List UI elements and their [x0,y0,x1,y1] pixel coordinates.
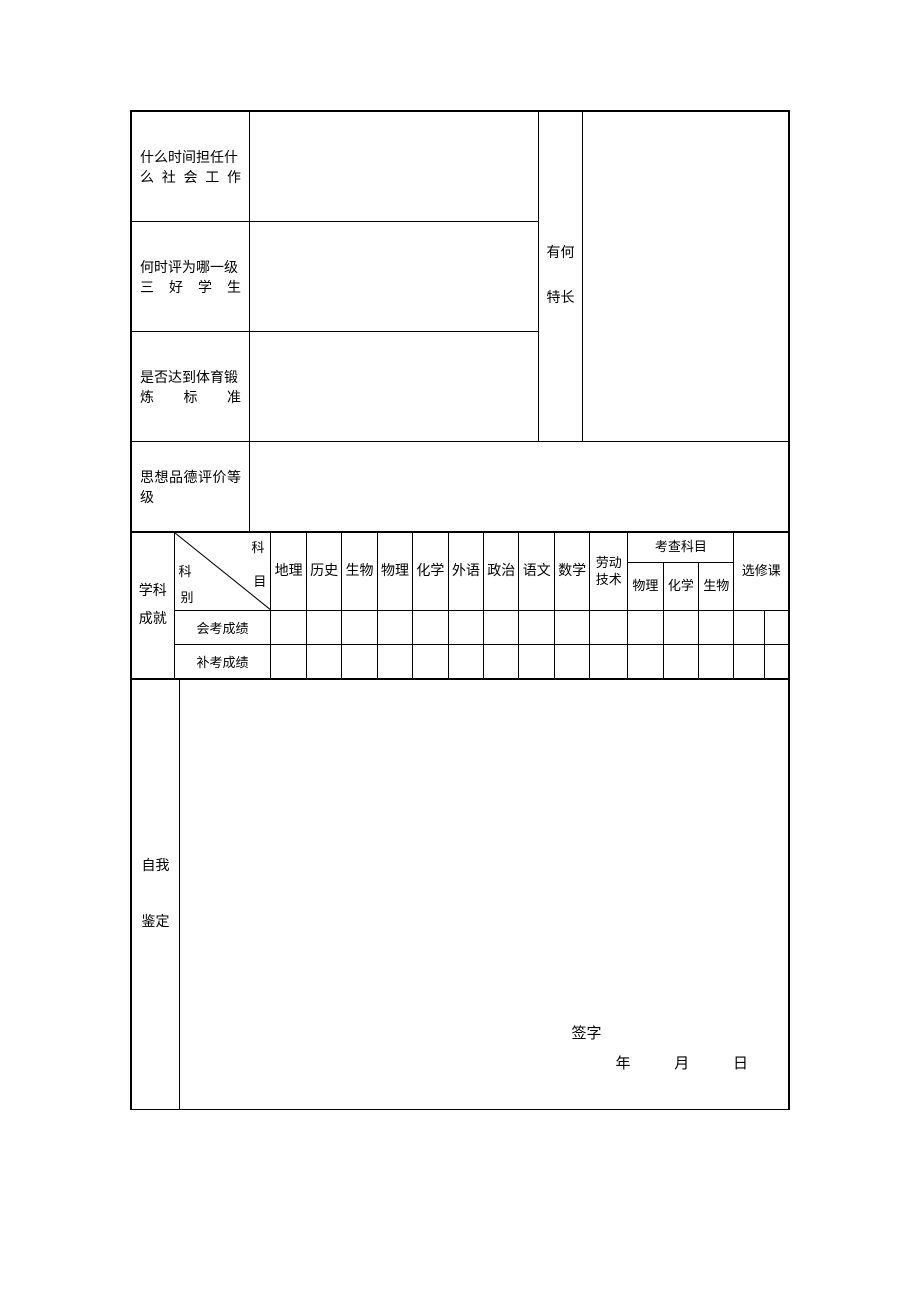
col-foreign: 外语 [448,533,483,611]
cell-retake[interactable] [590,645,628,679]
cell-exam[interactable] [628,611,663,645]
cell-exam[interactable] [554,611,589,645]
cell-retake[interactable] [765,645,789,679]
cell-exam[interactable] [342,611,377,645]
row-exam-label: 会考成绩 [174,611,271,645]
col-elective: 选修课 [734,533,789,611]
cell-retake[interactable] [448,645,483,679]
cell-exam[interactable] [699,611,734,645]
cell-exam[interactable] [377,611,412,645]
row-retake-label: 补考成绩 [174,645,271,679]
label-grades-group: 学科成就 [132,533,175,679]
cell-retake[interactable] [377,645,412,679]
cell-retake[interactable] [663,645,698,679]
field-self-eval[interactable]: 签字 年 月 日 [180,680,789,1110]
col-math: 数学 [554,533,589,611]
cell-retake[interactable] [554,645,589,679]
cell-exam[interactable] [306,611,341,645]
col-exam-biology: 生物 [699,563,734,611]
label-three-good: 何时评为哪一级三好学生 [132,222,250,332]
field-three-good[interactable] [250,222,539,332]
field-pe-standard[interactable] [250,332,539,442]
col-exam-physics: 物理 [628,563,663,611]
label-self-eval: 自我鉴定 [132,680,180,1110]
col-chemistry: 化学 [413,533,448,611]
self-eval-table: 自我鉴定 签字 年 月 日 [131,679,789,1110]
cell-exam[interactable] [590,611,628,645]
col-biology: 生物 [342,533,377,611]
col-geography: 地理 [271,533,306,611]
label-morality: 思想品德评价等级 [132,442,250,532]
cell-exam[interactable] [271,611,306,645]
col-exam-chemistry: 化学 [663,563,698,611]
cell-exam[interactable] [519,611,554,645]
cell-exam[interactable] [734,611,765,645]
field-specialty[interactable] [583,112,789,442]
cell-exam[interactable] [484,611,519,645]
cell-retake[interactable] [628,645,663,679]
col-labor: 劳动技术 [590,533,628,611]
cell-retake[interactable] [306,645,341,679]
field-morality[interactable] [250,442,789,532]
cell-exam[interactable] [448,611,483,645]
label-specialty: 有何特长 [539,112,583,442]
label-pe-standard: 是否达到体育锻炼标准 [132,332,250,442]
cell-exam[interactable] [413,611,448,645]
col-history: 历史 [306,533,341,611]
cell-retake[interactable] [519,645,554,679]
label-social-work: 什么时间担任什么社会工作 [132,112,250,222]
signature-block: 签字 年 月 日 [567,1019,748,1079]
cell-retake[interactable] [484,645,519,679]
field-social-work[interactable] [250,112,539,222]
col-politics: 政治 [484,533,519,611]
cell-retake[interactable] [271,645,306,679]
diag-subject-category: 科 科 目 别 [174,533,271,611]
upper-table: 什么时间担任什么社会工作 有何特长 何时评为哪一级三好学生 是否达到体育锻炼标准… [131,111,789,532]
col-chinese: 语文 [519,533,554,611]
grades-table: 学科成就 科 科 目 别 地理 历史 生物 物理 化学 外语 政治 语文 数学 … [131,532,789,679]
cell-retake[interactable] [734,645,765,679]
cell-retake[interactable] [342,645,377,679]
cell-exam[interactable] [663,611,698,645]
col-exam-group: 考查科目 [628,533,734,563]
cell-retake[interactable] [413,645,448,679]
sign-label: 签字 [567,1019,748,1049]
date-line: 年 月 日 [567,1049,748,1079]
student-form: 什么时间担任什么社会工作 有何特长 何时评为哪一级三好学生 是否达到体育锻炼标准… [130,110,790,1110]
cell-exam[interactable] [765,611,789,645]
cell-retake[interactable] [699,645,734,679]
col-physics: 物理 [377,533,412,611]
